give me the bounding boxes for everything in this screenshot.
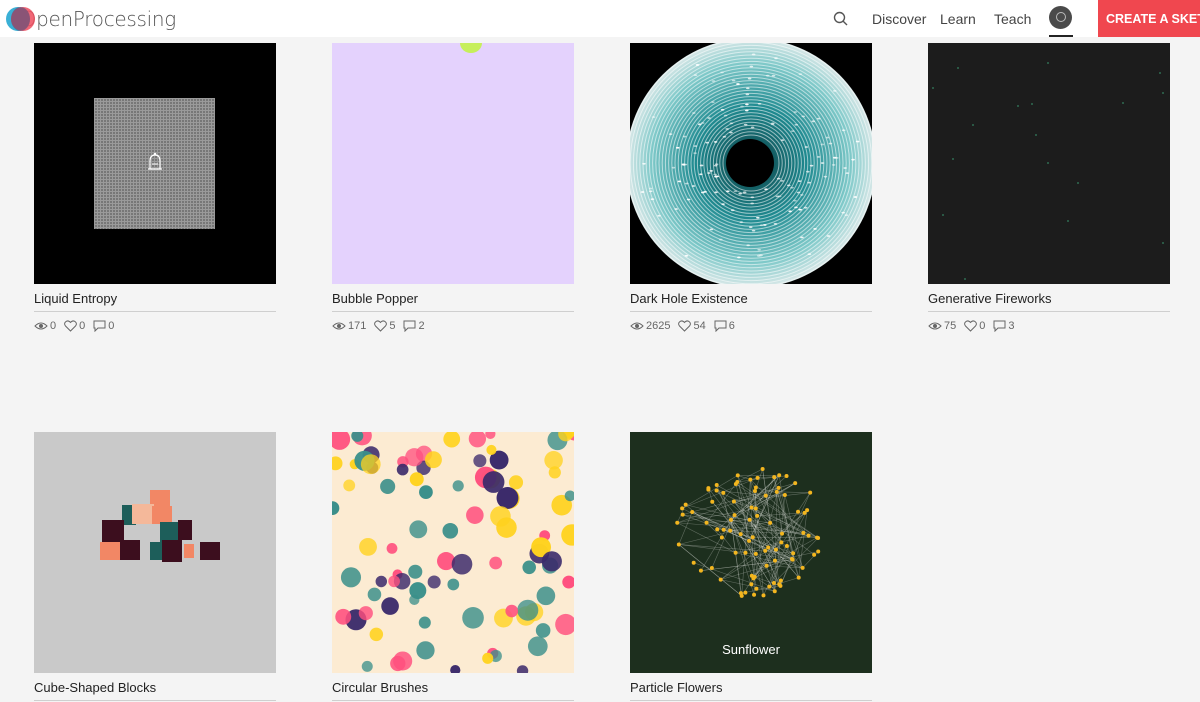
sketch-title[interactable]: Dark Hole Existence — [630, 284, 872, 312]
sketch-title[interactable]: Bubble Popper — [332, 284, 574, 312]
comment-count: 0 — [108, 320, 114, 332]
sketch-thumbnail[interactable]: Sunflower — [630, 432, 872, 673]
sketch-thumbnail[interactable] — [34, 432, 276, 673]
create-sketch-button[interactable]: CREATE A SKETCH — [1098, 0, 1200, 37]
sketch-stats: 0 0 0 — [34, 312, 276, 340]
heart-icon[interactable] — [678, 320, 691, 332]
brand-name: OpenProcessing — [21, 7, 176, 31]
openprocessing-logo[interactable]: OpenProcessing — [6, 5, 176, 32]
sketch-thumbnail[interactable] — [630, 43, 872, 284]
sketch-card: Sunflower Particle Flowers — [630, 432, 872, 701]
sketch-title[interactable]: Cube-Shaped Blocks — [34, 673, 276, 701]
sketch-thumbnail[interactable] — [332, 43, 574, 284]
eye-icon — [332, 321, 346, 331]
view-count: 2625 — [646, 320, 670, 332]
view-count: 171 — [348, 320, 366, 332]
bubble-shape — [460, 43, 482, 53]
sketch-card: Circular Brushes — [332, 432, 574, 701]
comment-icon[interactable] — [403, 320, 416, 332]
comment-icon[interactable] — [993, 320, 1006, 332]
sketch-stats: 171 5 2 — [332, 312, 574, 340]
flower-network-artwork — [630, 432, 872, 673]
fireworks-artwork — [928, 43, 1170, 284]
eye-icon — [928, 321, 942, 331]
sketch-stats: 2625 54 6 — [630, 312, 872, 340]
sketch-title[interactable]: Particle Flowers — [630, 673, 872, 701]
sketch-thumbnail[interactable] — [928, 43, 1170, 284]
like-count: 0 — [979, 320, 985, 332]
avatar — [1049, 6, 1072, 29]
like-count: 54 — [693, 320, 705, 332]
sketch-card: Liquid Entropy 0 0 0 — [34, 43, 276, 340]
sketch-card: Cube-Shaped Blocks — [34, 432, 276, 701]
sketch-card: Generative Fireworks 75 0 3 — [928, 43, 1170, 340]
top-navigation-bar: OpenProcessing Discover Learn Teach CREA… — [0, 0, 1200, 37]
view-count: 0 — [50, 320, 56, 332]
sketch-stats: 75 0 3 — [928, 312, 1170, 340]
heart-icon[interactable] — [64, 320, 77, 332]
eye-icon — [34, 321, 48, 331]
heart-icon[interactable] — [964, 320, 977, 332]
thumbnail-caption: Sunflower — [630, 642, 872, 657]
comment-icon[interactable] — [93, 320, 106, 332]
comment-count: 3 — [1008, 320, 1014, 332]
like-count: 5 — [389, 320, 395, 332]
comment-count: 2 — [418, 320, 424, 332]
sketch-title[interactable]: Generative Fireworks — [928, 284, 1170, 312]
eye-icon — [630, 321, 644, 331]
sketch-thumbnail[interactable] — [332, 432, 574, 673]
heart-icon[interactable] — [374, 320, 387, 332]
cubes-artwork — [34, 432, 276, 673]
sketch-thumbnail[interactable] — [34, 43, 276, 284]
bell-icon — [147, 152, 163, 172]
active-indicator — [1049, 35, 1073, 37]
like-count: 0 — [79, 320, 85, 332]
comment-icon[interactable] — [714, 320, 727, 332]
sketch-card: Bubble Popper 171 5 2 — [332, 43, 574, 340]
sketch-title[interactable]: Liquid Entropy — [34, 284, 276, 312]
view-count: 75 — [944, 320, 956, 332]
comment-count: 6 — [729, 320, 735, 332]
brushes-artwork — [332, 432, 574, 673]
sketch-card: Dark Hole Existence 2625 54 6 — [630, 43, 872, 340]
user-menu[interactable] — [1049, 6, 1073, 37]
nav-teach-link[interactable]: Teach — [994, 0, 1031, 37]
nav-learn-link[interactable]: Learn — [940, 0, 976, 37]
dark-hole-artwork — [630, 43, 872, 284]
search-icon[interactable] — [832, 10, 850, 28]
nav-discover-link[interactable]: Discover — [872, 0, 926, 37]
logo-icon — [6, 6, 15, 32]
sketch-title[interactable]: Circular Brushes — [332, 673, 574, 701]
